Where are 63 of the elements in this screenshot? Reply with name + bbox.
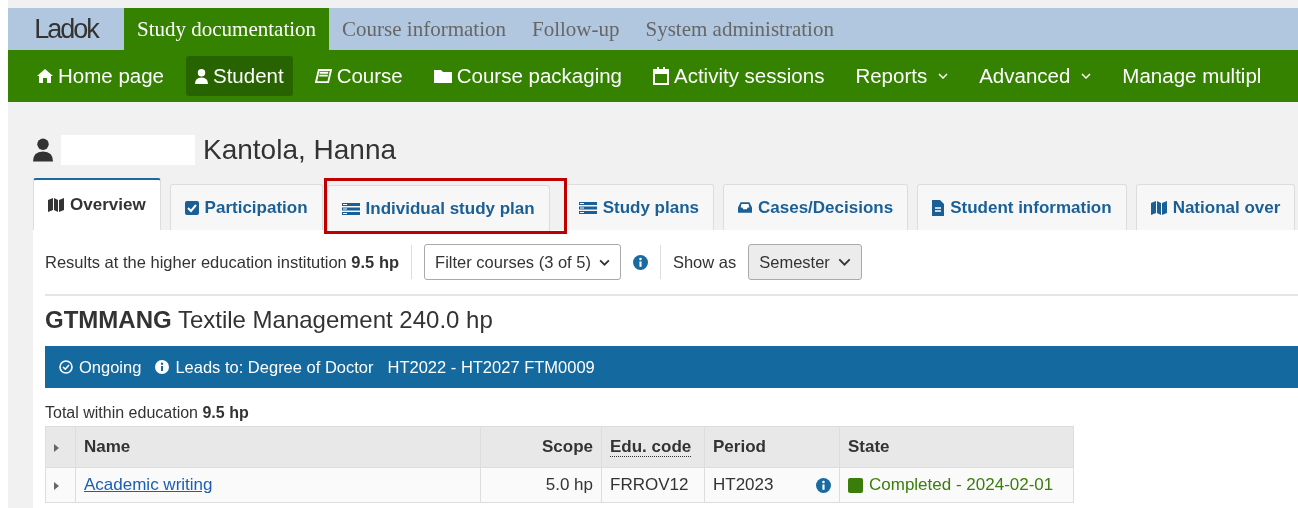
table-cell: FRROV12 [601,467,705,503]
chevron-down-icon [837,258,851,266]
home-icon [37,69,53,83]
menu-item[interactable]: Course [305,56,412,96]
list-icon [341,202,360,215]
info-icon[interactable] [816,477,831,493]
folder-icon [433,69,452,83]
column-header: Period [704,426,840,468]
list-icon [578,201,597,214]
caret-right-icon [54,482,59,490]
info-icon[interactable] [632,254,648,270]
document-icon [932,199,945,216]
checkbox-icon [184,200,199,215]
programme-title: GTMMANG Textile Management 240.0 hp [45,305,494,335]
tab[interactable]: National over [1135,184,1296,230]
period-value: HT2023 [713,475,774,495]
user-icon [195,68,208,84]
user-icon [33,138,53,162]
menu-item[interactable]: Activity sessions [644,56,834,96]
book-icon [314,68,332,84]
map-icon [48,198,64,212]
course-link[interactable]: Academic writing [84,475,213,494]
module-tab[interactable]: Study documentation [124,8,330,50]
chevron-down-icon [938,73,949,79]
table-cell: 5.0 hp [480,467,602,503]
student-name: Kantola, Hanna [203,134,397,166]
period-text: HT2022 - HT2027 FTM0009 [387,357,595,377]
expand-cell[interactable] [45,467,76,503]
map-icon [1150,200,1167,215]
info-icon[interactable] [155,360,170,374]
filter-dropdown[interactable]: Filter courses (3 of 5) [424,244,621,280]
check-circle-icon [59,360,73,374]
logo[interactable]: Ladok [8,8,124,50]
tab[interactable]: Overview [33,178,161,230]
column-header: Scope [480,426,602,468]
chevron-down-icon [1081,73,1092,79]
module-tab[interactable]: Follow-up [518,8,633,50]
status-text: Ongoing [79,357,142,377]
show-as-label: Show as [672,252,737,272]
column-header: State [839,426,1074,468]
degree-text: Leads to: Degree of Doctor [175,357,374,377]
show-as-dropdown[interactable]: Semester [748,244,862,280]
chevron-down-icon [598,258,610,266]
menu-item[interactable]: Advanced [970,56,1101,96]
results-summary: Results at the higher education institution 9.5 hp [45,252,400,272]
menu-item[interactable]: Student [186,56,293,96]
menu-item[interactable]: Manage multipl [1113,56,1271,96]
tab[interactable]: Cases/Decisions [723,184,909,230]
module-tab[interactable]: Course information [329,8,519,50]
inbox-icon [738,202,752,213]
module-tab[interactable]: System administration [632,8,847,50]
menu-item[interactable]: Course packaging [424,56,631,96]
column-header: Edu. code [601,426,705,468]
tab[interactable]: Individual study plan [326,185,550,231]
column-header: Name [75,426,481,468]
menu-item[interactable]: Reports [846,56,958,96]
education-total: Total within education 9.5 hp [45,403,250,423]
caret-right-icon [54,444,59,452]
state-text: Completed - 2024-02-01 [869,475,1054,495]
calendar-icon [653,67,669,85]
menu-item[interactable]: Home page [28,56,173,96]
tab[interactable]: Participation [169,184,323,230]
tab[interactable]: Student information [917,184,1127,230]
